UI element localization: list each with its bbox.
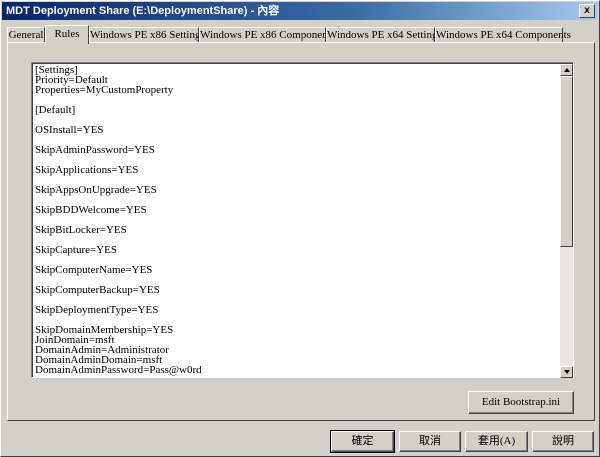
- tab-winpe-x86-components[interactable]: Windows PE x86 Components: [199, 27, 335, 43]
- arrow-up-icon: [564, 68, 570, 72]
- scroll-down-button[interactable]: [560, 366, 573, 378]
- ok-button[interactable]: 確定: [330, 430, 395, 453]
- rules-editor[interactable]: [Settings] Priority=Default Properties=M…: [31, 62, 574, 378]
- vertical-scrollbar[interactable]: [560, 64, 573, 378]
- properties-dialog: MDT Deployment Share (E:\DeploymentShare…: [0, 0, 600, 457]
- window-title: MDT Deployment Share (E:\DeploymentShare…: [6, 5, 280, 17]
- rules-panel: [Settings] Priority=Default Properties=M…: [7, 42, 595, 421]
- tab-winpe-x64-settings[interactable]: Windows PE x64 Settings: [326, 27, 442, 43]
- edit-bootstrap-button[interactable]: Edit Bootstrap.ini: [468, 391, 574, 414]
- title-bar: MDT Deployment Share (E:\DeploymentShare…: [2, 2, 598, 20]
- cancel-button[interactable]: 取消: [399, 431, 461, 452]
- arrow-down-icon: [564, 370, 570, 374]
- tab-general[interactable]: General: [7, 27, 45, 43]
- scroll-thumb[interactable]: [560, 76, 573, 247]
- rules-text[interactable]: [Settings] Priority=Default Properties=M…: [35, 65, 560, 376]
- scroll-up-button[interactable]: [560, 64, 573, 76]
- tab-rules[interactable]: Rules: [45, 25, 89, 44]
- help-button[interactable]: 說明: [532, 431, 594, 452]
- tab-winpe-x64-components[interactable]: Windows PE x64 Components: [435, 27, 571, 43]
- tab-winpe-x86-settings[interactable]: Windows PE x86 Settings: [89, 27, 205, 43]
- apply-button[interactable]: 套用(A): [465, 431, 528, 452]
- close-icon[interactable]: x: [579, 4, 595, 18]
